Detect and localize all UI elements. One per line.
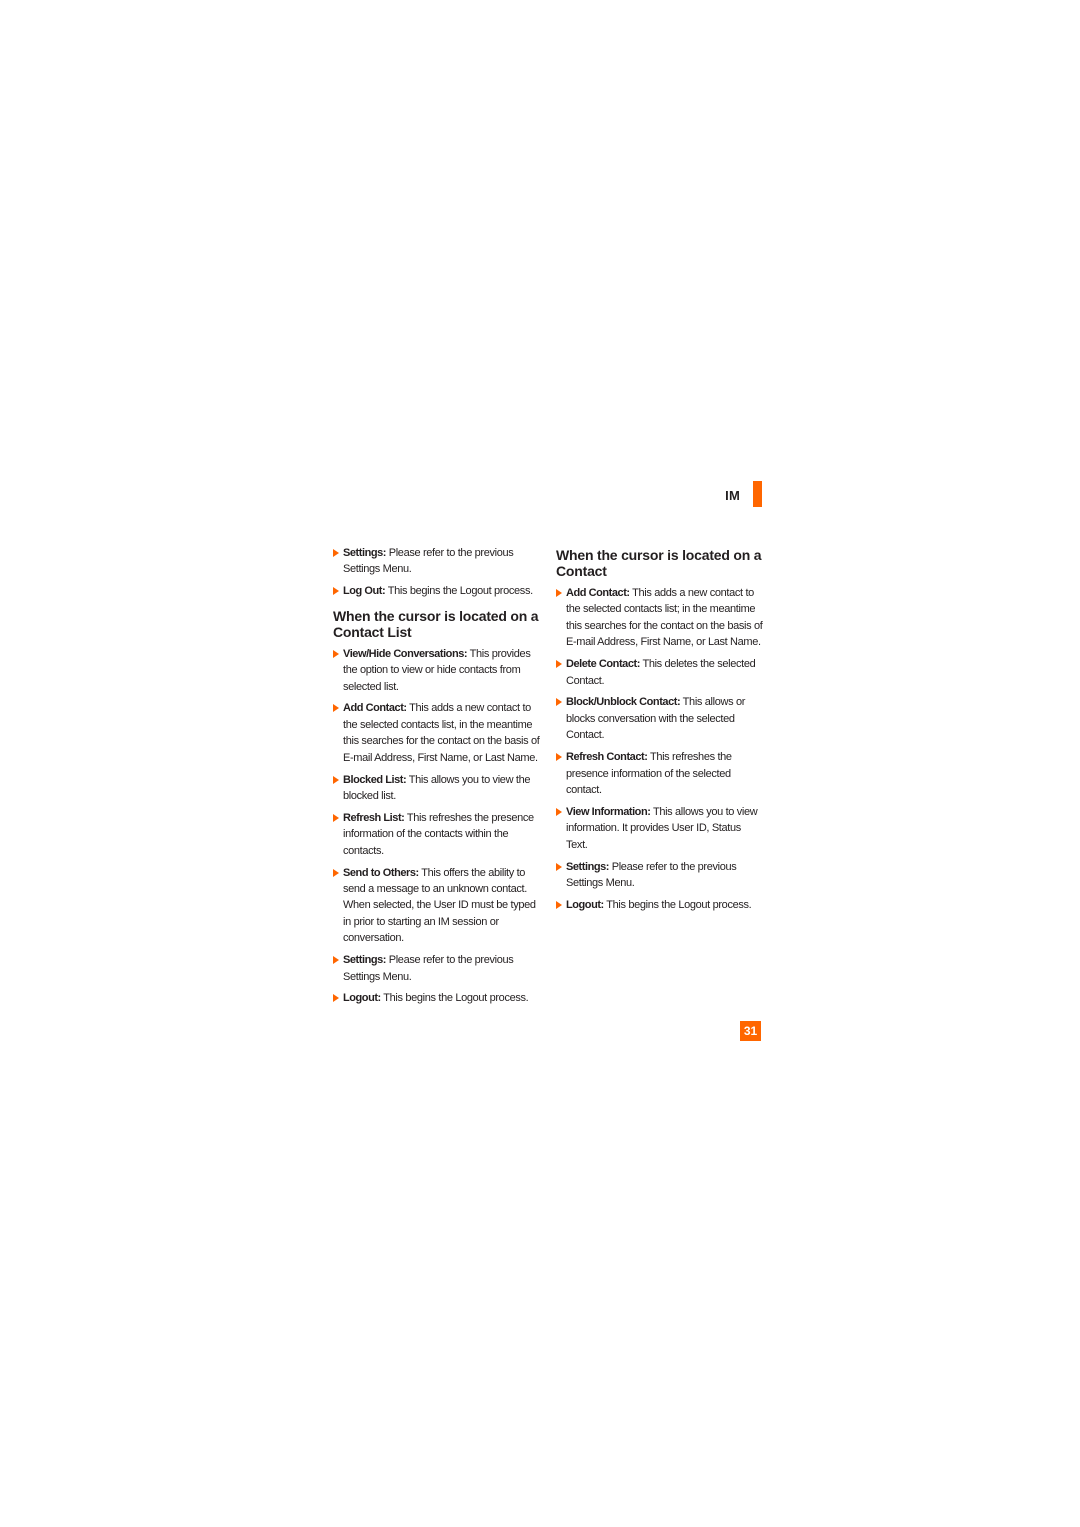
list-item: Logout: This begins the Logout process. <box>333 990 541 1006</box>
list-item: Refresh List: This refreshes the presenc… <box>333 810 541 859</box>
list-item: Logout: This begins the Logout process. <box>556 897 764 913</box>
bullet-arrow-icon <box>556 862 562 871</box>
section-heading-contact-list: When the cursor is located on a Contact … <box>333 607 539 640</box>
bullet-arrow-icon <box>333 649 339 658</box>
list-item: Add Contact: This adds a new contact to … <box>556 585 764 651</box>
section-tag: IM <box>700 481 762 507</box>
list-item: Blocked List: This allows you to view th… <box>333 772 541 805</box>
bullet-arrow-icon <box>333 549 339 557</box>
bullet-arrow-icon <box>556 807 562 816</box>
bullet-arrow-icon <box>333 868 339 877</box>
bullet-arrow-icon <box>333 775 339 784</box>
list-item: Send to Others: This offers the ability … <box>333 865 541 947</box>
bullet-arrow-icon <box>556 660 562 669</box>
bullet-arrow-icon <box>556 589 562 597</box>
list-item: Delete Contact: This deletes the selecte… <box>556 656 764 689</box>
right-column: When the cursor is located on a Contact … <box>556 545 764 919</box>
bullet-arrow-icon <box>333 956 339 965</box>
list-item: Add Contact: This adds a new contact to … <box>333 700 541 766</box>
list-item: View/Hide Conversations: This provides t… <box>333 646 541 695</box>
list-item-log-out: Log Out: This begins the Logout process. <box>333 583 541 599</box>
list-item: Settings: Please refer to the previous S… <box>333 952 541 985</box>
section-heading-contact: When the cursor is located on a Contact <box>556 547 762 579</box>
list-item: Refresh Contact: This refreshes the pres… <box>556 749 764 798</box>
bullet-arrow-icon <box>556 900 562 909</box>
list-item-settings: Settings: Please refer to the previous S… <box>333 545 541 578</box>
bullet-arrow-icon <box>333 704 339 713</box>
bullet-arrow-icon <box>333 994 339 1003</box>
section-accent-bar <box>753 481 762 507</box>
list-item: Settings: Please refer to the previous S… <box>556 859 764 892</box>
bullet-arrow-icon <box>333 587 339 596</box>
section-label: IM <box>725 488 740 503</box>
bullet-arrow-icon <box>556 753 562 762</box>
bullet-arrow-icon <box>333 813 339 822</box>
list-item: Block/Unblock Contact: This allows or bl… <box>556 694 764 743</box>
left-column: Settings: Please refer to the previous S… <box>333 545 541 1012</box>
list-item: View Information: This allows you to vie… <box>556 804 764 853</box>
bullet-arrow-icon <box>556 698 562 707</box>
page-number: 31 <box>740 1021 761 1041</box>
